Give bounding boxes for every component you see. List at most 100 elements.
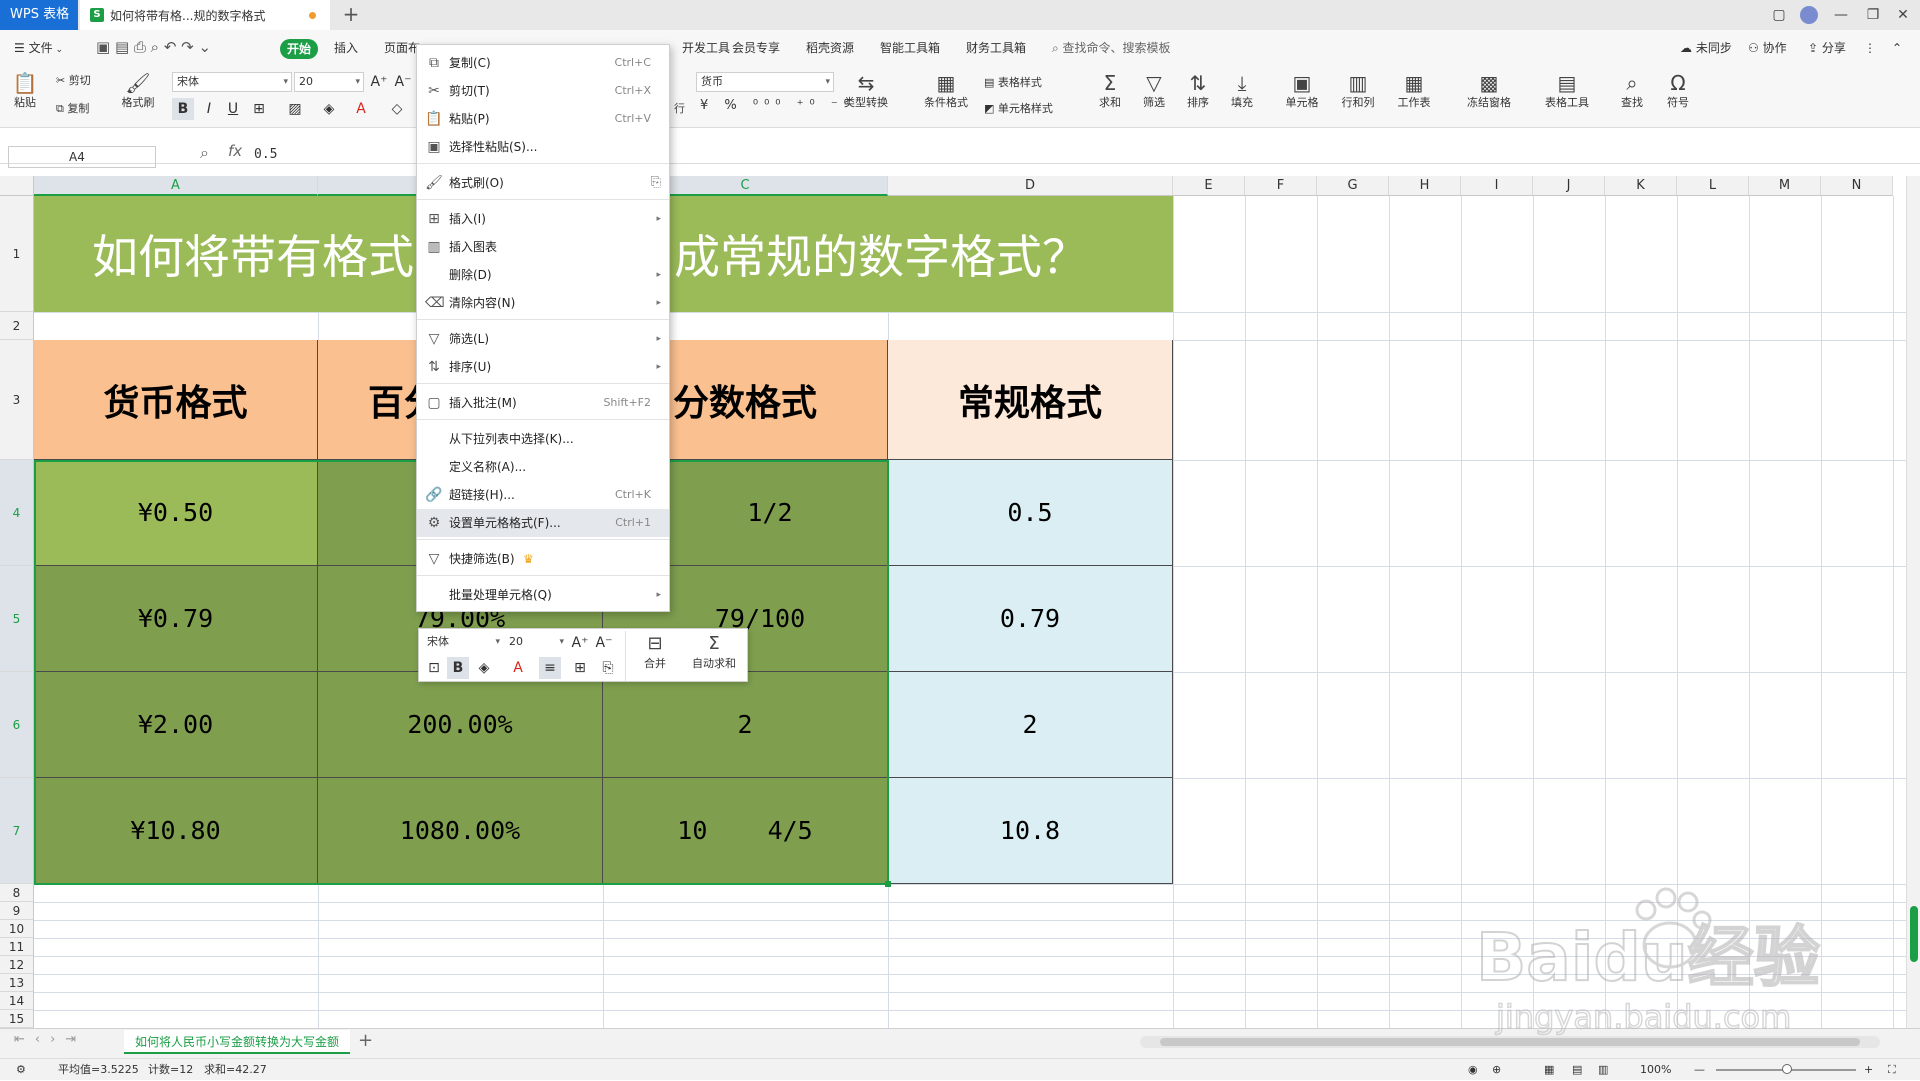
menu-finance-tools[interactable]: 财务工具箱: [966, 30, 1026, 66]
select-all-corner[interactable]: [0, 176, 34, 196]
cell-a6[interactable]: ¥2.00: [34, 672, 318, 778]
row-header-5[interactable]: 5: [0, 566, 34, 672]
layout-icon[interactable]: ▢: [1764, 0, 1794, 30]
col-header-n[interactable]: N: [1821, 176, 1893, 196]
col-header-k[interactable]: K: [1605, 176, 1677, 196]
ctx-pick-from-list[interactable]: 从下拉列表中选择(K)...: [417, 425, 669, 453]
cell-d5[interactable]: 0.79: [888, 566, 1173, 672]
format-painter-button[interactable]: 🖌 格式刷: [118, 70, 158, 110]
type-convert-button[interactable]: ⇆ 类型转换: [838, 70, 894, 110]
ctx-format-painter[interactable]: 🖌 格式刷(O) ⎘: [417, 169, 669, 197]
merge-button[interactable]: ⊟ 合并: [633, 631, 677, 671]
ctx-copy[interactable]: ⧉ 复制(C) Ctrl+C: [417, 49, 669, 77]
conditional-format-button[interactable]: ▦ 条件格式: [916, 70, 976, 110]
add-sheet-button[interactable]: +: [358, 1030, 373, 1051]
cell-d4[interactable]: 0.5: [888, 460, 1173, 566]
cell-c7[interactable]: 10 4/5: [603, 778, 888, 884]
fill-color-icon[interactable]: ◈: [473, 657, 495, 679]
row-header-2[interactable]: 2: [0, 312, 34, 340]
sort-button[interactable]: ⇅ 排序: [1180, 70, 1216, 110]
fill-style-icon[interactable]: ▨: [284, 98, 306, 120]
cut-button[interactable]: ✂ 剪切: [56, 72, 91, 88]
name-box[interactable]: A4: [8, 146, 156, 168]
cell-d7[interactable]: 10.8: [888, 778, 1173, 884]
restore-button[interactable]: ❐: [1858, 0, 1888, 30]
header-general[interactable]: 常规格式: [888, 340, 1173, 460]
normal-view-icon[interactable]: ▦: [1544, 1059, 1554, 1081]
ctx-hyperlink[interactable]: 🔗 超链接(H)... Ctrl+K: [417, 481, 669, 509]
ctx-insert-comment[interactable]: ▢ 插入批注(M) Shift+F2: [417, 389, 669, 417]
vertical-scrollbar[interactable]: [1906, 176, 1920, 1028]
row-header-1[interactable]: 1: [0, 196, 34, 312]
sync-status[interactable]: ☁ 未同步: [1680, 30, 1732, 66]
wps-app-tab[interactable]: WPS 表格: [0, 0, 78, 30]
row-header-15[interactable]: 15: [0, 1010, 34, 1028]
menu-file[interactable]: ☰ 文件 ⌄: [14, 30, 63, 66]
scroll-thumb[interactable]: [1910, 906, 1918, 962]
col-header-j[interactable]: J: [1533, 176, 1605, 196]
find-button[interactable]: ⌕ 查找: [1614, 70, 1650, 110]
row-header-14[interactable]: 14: [0, 992, 34, 1010]
table-tools-button[interactable]: ▤ 表格工具: [1534, 70, 1600, 110]
menu-smart-tools[interactable]: 智能工具箱: [880, 30, 940, 66]
row-header-3[interactable]: 3: [0, 340, 34, 460]
col-header-i[interactable]: I: [1461, 176, 1533, 196]
fullscreen-icon[interactable]: ⛶: [1888, 1059, 1896, 1081]
col-header-l[interactable]: L: [1677, 176, 1749, 196]
menu-page-layout[interactable]: 页面布: [384, 30, 420, 66]
share-button[interactable]: ⇪ 分享: [1808, 30, 1846, 66]
ctx-define-name[interactable]: 定义名称(A)...: [417, 453, 669, 481]
copy-button[interactable]: ⧉ 复制: [56, 100, 89, 116]
ctx-format-cells[interactable]: ⚙ 设置单元格格式(F)... Ctrl+1: [417, 509, 669, 537]
eye-icon[interactable]: ◉: [1468, 1059, 1478, 1081]
italic-button[interactable]: I: [198, 98, 220, 120]
bold-button[interactable]: B: [172, 98, 194, 120]
increase-font-icon[interactable]: A⁺: [368, 71, 390, 93]
collapse-ribbon-icon[interactable]: ⌃: [1892, 30, 1902, 66]
zoom-in-button[interactable]: +: [1864, 1059, 1873, 1081]
font-name-select[interactable]: 宋体 ▾: [172, 72, 292, 92]
underline-button[interactable]: U: [222, 98, 244, 120]
zoom-icon[interactable]: ⌕: [200, 143, 209, 163]
cell-a7[interactable]: ¥10.80: [34, 778, 318, 884]
zoom-slider[interactable]: [1716, 1064, 1856, 1074]
cell-button[interactable]: ▣ 单元格: [1278, 70, 1326, 110]
more-icon[interactable]: ⋮: [1864, 30, 1876, 66]
col-header-a[interactable]: A: [34, 176, 318, 196]
ctx-delete[interactable]: 删除(D) ▸: [417, 261, 669, 289]
cell-a5[interactable]: ¥0.79: [34, 566, 318, 672]
freeze-panes-button[interactable]: ▩ 冻结窗格: [1456, 70, 1522, 110]
cell-style-button[interactable]: ◩ 单元格样式: [984, 100, 1053, 116]
ctx-sort[interactable]: ⇅ 排序(U) ▸: [417, 353, 669, 381]
row-header-13[interactable]: 13: [0, 974, 34, 992]
avatar[interactable]: [1800, 6, 1818, 24]
decrease-font-icon[interactable]: A⁻: [593, 632, 615, 654]
zoom-level[interactable]: 100%: [1640, 1059, 1671, 1081]
col-header-d[interactable]: D: [888, 176, 1173, 196]
ctx-insert[interactable]: ⊞ 插入(I) ▸: [417, 205, 669, 233]
fill-color-icon[interactable]: ◈: [318, 98, 340, 120]
row-header-7[interactable]: 7: [0, 778, 34, 884]
ctx-batch-process[interactable]: 批量处理单元格(Q) ▸: [417, 581, 669, 609]
row-column-button[interactable]: ▥ 行和列: [1334, 70, 1382, 110]
ctx-paste-special[interactable]: ▣ 选择性粘贴(S)...: [417, 133, 669, 161]
zoom-slider-handle[interactable]: [1782, 1064, 1792, 1074]
fill-button[interactable]: ⤓ 填充: [1224, 70, 1260, 110]
macro-icon[interactable]: ⚙: [16, 1059, 26, 1081]
increase-font-icon[interactable]: A⁺: [569, 632, 591, 654]
col-header-f[interactable]: F: [1245, 176, 1317, 196]
row-header-8[interactable]: 8: [0, 884, 34, 902]
col-header-m[interactable]: M: [1749, 176, 1821, 196]
cell-b7[interactable]: 1080.00%: [318, 778, 603, 884]
ctx-filter[interactable]: ▽ 筛选(L) ▸: [417, 325, 669, 353]
page-layout-icon[interactable]: ▤: [1572, 1059, 1582, 1081]
sheet-tab-active[interactable]: 如何将人民币小写金额转换为大写金额: [124, 1030, 350, 1054]
header-currency[interactable]: 货币格式: [34, 340, 318, 460]
zoom-out-button[interactable]: —: [1694, 1059, 1705, 1081]
new-tab-button[interactable]: +: [338, 2, 364, 28]
ctx-insert-chart[interactable]: ▥ 插入图表: [417, 233, 669, 261]
col-header-g[interactable]: G: [1317, 176, 1389, 196]
filter-button[interactable]: ▽ 筛选: [1136, 70, 1172, 110]
fill-handle[interactable]: [885, 881, 891, 887]
border-icon[interactable]: ⊞: [569, 657, 591, 679]
